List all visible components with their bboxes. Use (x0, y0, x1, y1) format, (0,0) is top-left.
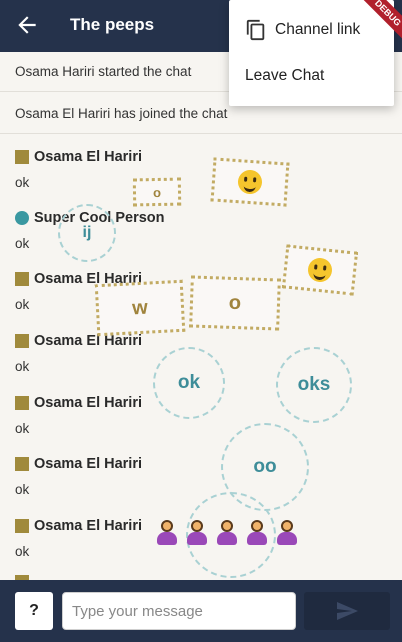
menu-item-label: Channel link (275, 21, 361, 38)
message-input[interactable] (62, 592, 296, 630)
reaction-emoji-row (155, 518, 299, 546)
avatar (15, 211, 29, 225)
avatar (15, 272, 29, 286)
author-name: Osama El Hariri (34, 518, 142, 534)
message-author: Osama El Hariri (15, 453, 142, 475)
avatar (15, 334, 29, 348)
reaction-bubble: ok (153, 347, 225, 419)
avatar (15, 457, 29, 471)
person-emoji-icon (155, 518, 179, 546)
person-emoji-icon (275, 518, 299, 546)
overflow-menu: Channel link Leave Chat (229, 0, 394, 106)
reaction-box: o (132, 177, 182, 207)
author-name: Osama El Hariri (34, 395, 142, 411)
message-text: ok (15, 175, 30, 190)
reaction-bubble: oks (276, 347, 352, 423)
send-icon (337, 602, 358, 620)
reaction-emoji-box (210, 157, 290, 207)
avatar (15, 150, 29, 164)
message-composer: ? (0, 580, 402, 642)
menu-item-channel-link[interactable]: Channel link (229, 6, 394, 54)
back-arrow-icon (18, 16, 36, 34)
menu-item-leave-chat[interactable]: Leave Chat (229, 52, 394, 100)
chat-title: The peeps (70, 15, 155, 34)
person-emoji-icon (185, 518, 209, 546)
grinning-face-icon (306, 256, 334, 284)
message-text: ok (15, 236, 30, 251)
person-emoji-icon (245, 518, 269, 546)
message-text: ok (15, 297, 30, 312)
help-button[interactable]: ? (15, 592, 53, 630)
message-text: ok (15, 544, 30, 559)
reaction-box: w (94, 279, 186, 337)
author-name: Osama El Hariri (34, 149, 142, 165)
reaction-box: o (189, 275, 281, 331)
message-author: Osama El Hariri (15, 146, 142, 168)
back-button[interactable] (14, 12, 40, 38)
avatar (15, 519, 29, 533)
menu-item-label: Leave Chat (245, 67, 325, 84)
avatar (15, 396, 29, 410)
author-name: Osama El Hariri (34, 456, 142, 472)
reaction-bubble: ij (58, 204, 116, 262)
message-text: ok (15, 421, 30, 436)
message-author: Osama El Hariri (15, 392, 142, 414)
message-text: ok (15, 482, 30, 497)
message-text: ok (15, 359, 30, 374)
copy-icon (246, 19, 265, 41)
author-name: Osama El Hariri (34, 333, 142, 349)
person-emoji-icon (215, 518, 239, 546)
send-button[interactable] (304, 592, 390, 630)
message-author: Osama El Hariri (15, 515, 142, 537)
grinning-face-icon (237, 169, 263, 195)
reaction-emoji-box (281, 244, 359, 296)
